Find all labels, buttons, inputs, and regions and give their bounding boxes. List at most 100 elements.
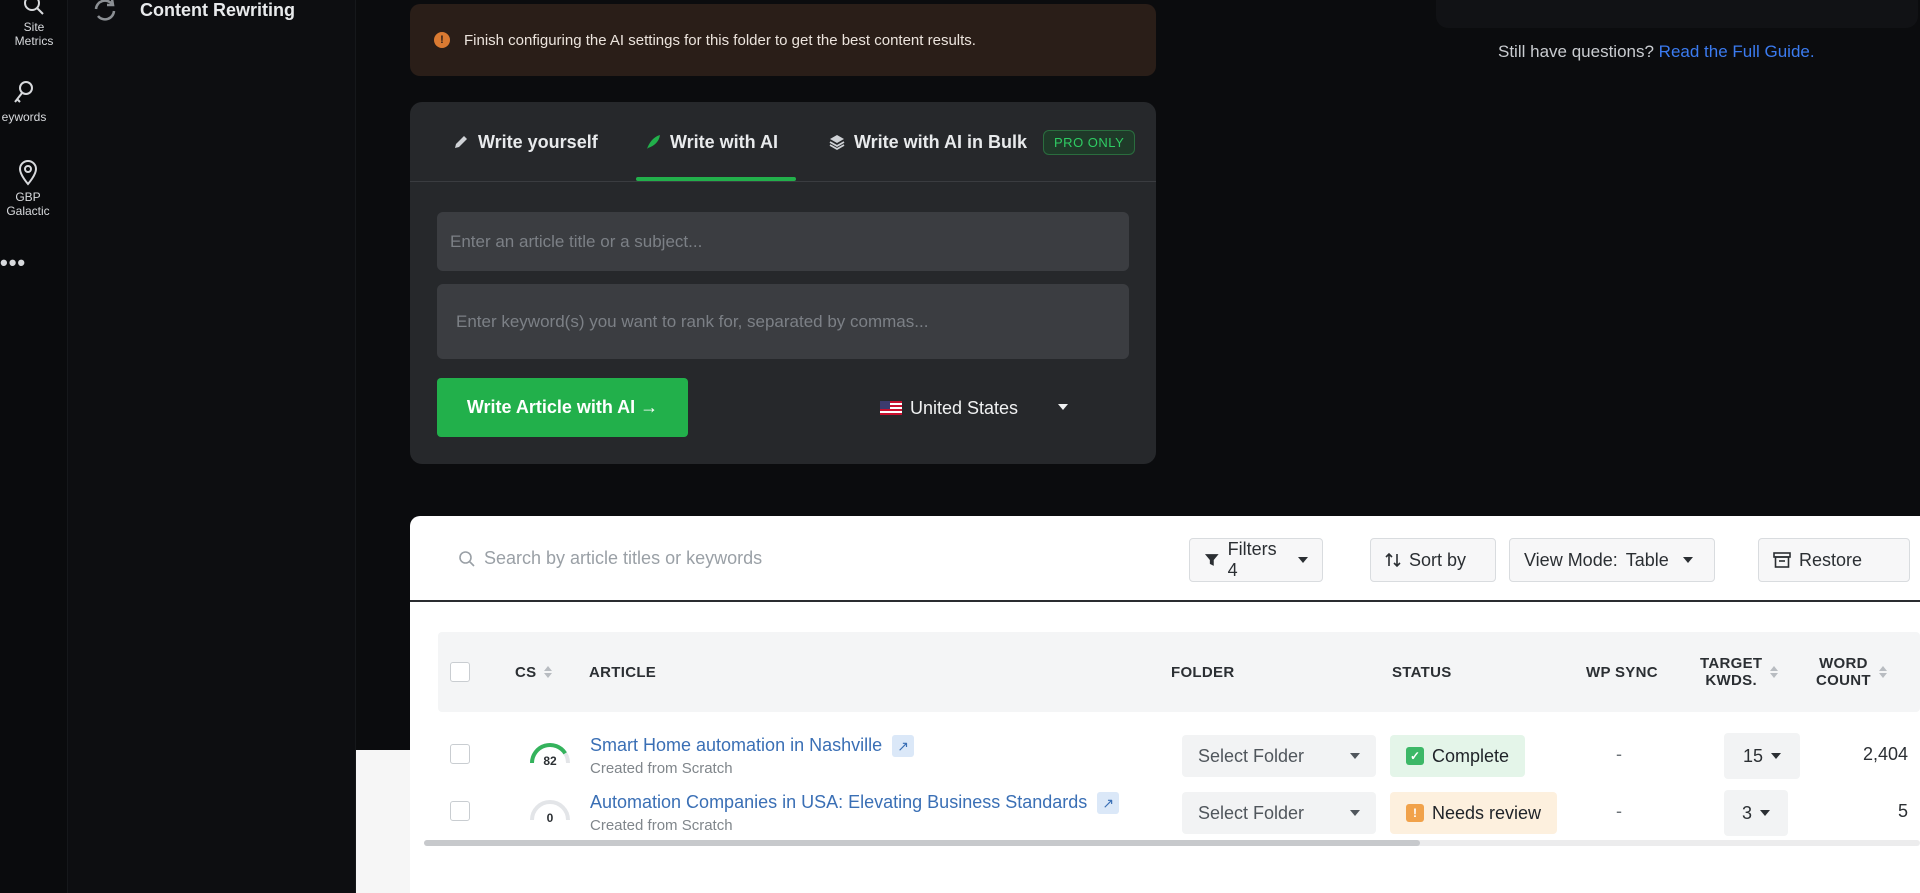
- secondary-sidebar: Content Rewriting: [68, 0, 356, 893]
- external-link-icon[interactable]: ↗: [892, 735, 915, 758]
- tab-label: Write yourself: [478, 131, 598, 152]
- row-checkbox[interactable]: [450, 744, 470, 764]
- table-row[interactable]: 0 Automation Companies in USA: Elevating…: [438, 786, 1920, 842]
- rail-label: eywords: [1, 110, 47, 124]
- restore-label: Restore: [1799, 549, 1863, 570]
- chevron-down-icon: [1682, 557, 1693, 563]
- target-keywords-dropdown[interactable]: 15: [1724, 733, 1800, 779]
- header-label: CS: [515, 663, 537, 681]
- archive-icon: [1773, 552, 1791, 568]
- filters-button[interactable]: Filters 4: [1189, 538, 1323, 582]
- header-label: WORD: [1819, 655, 1868, 672]
- active-tab-indicator: [636, 177, 796, 181]
- chevron-down-icon: [1350, 810, 1360, 816]
- row-checkbox[interactable]: [450, 801, 470, 821]
- column-header-article: ARTICLE: [589, 663, 657, 681]
- sort-label: Sort by: [1409, 549, 1467, 570]
- table-header: CS ARTICLE FOLDER STATUS WP SYNC TARGET …: [438, 632, 1920, 712]
- article-source: Created from Scratch: [590, 817, 733, 834]
- search-icon: [24, 0, 44, 15]
- top-right-card: [1436, 0, 1918, 28]
- tab-write-with-ai-in-bulk[interactable]: Write with AI in Bulk PRO ONLY: [828, 102, 1136, 182]
- refresh-icon: [94, 0, 116, 21]
- column-header-word-count[interactable]: WORD COUNT: [1816, 632, 1887, 712]
- rail-label: Galactic: [6, 204, 50, 218]
- status-badge: ✓ Complete: [1390, 735, 1526, 777]
- folder-select-value: Select Folder: [1198, 802, 1305, 823]
- map-pin-icon: [18, 160, 38, 186]
- content-score-value: 82: [543, 754, 557, 767]
- tab-write-yourself[interactable]: Write yourself: [452, 102, 598, 182]
- column-header-folder: FOLDER: [1171, 663, 1235, 681]
- word-count-value: 2,404: [1862, 744, 1908, 764]
- articles-panel: Search by article titles or keywords Fil…: [410, 516, 1920, 893]
- article-title-link[interactable]: Smart Home automation in Nashville ↗: [590, 735, 915, 758]
- help-text: Still have questions? Read the Full Guid…: [1498, 42, 1815, 62]
- article-editor-card: Write yourself Write with AI Write with …: [410, 102, 1156, 464]
- folder-select-value: Select Folder: [1198, 745, 1305, 766]
- folder-select[interactable]: Select Folder: [1182, 792, 1376, 834]
- article-title: Automation Companies in USA: Elevating B…: [590, 792, 1088, 812]
- sort-icon: [1385, 552, 1401, 568]
- pro-only-badge: PRO ONLY: [1043, 129, 1136, 155]
- tab-write-with-ai[interactable]: Write with AI: [644, 102, 778, 182]
- check-icon: ✓: [1406, 747, 1424, 765]
- status-badge: ! Needs review: [1390, 792, 1558, 834]
- country-select[interactable]: United States: [880, 396, 1018, 420]
- external-link-icon[interactable]: ↗: [1097, 792, 1120, 815]
- header-label: KWDS.: [1705, 672, 1757, 689]
- wp-sync-value: -: [1616, 801, 1622, 821]
- target-keywords-value: 15: [1742, 745, 1764, 766]
- chevron-down-icon: [1771, 753, 1782, 759]
- sidebar-item-label: Content Rewriting: [140, 0, 295, 20]
- article-title-link[interactable]: Automation Companies in USA: Elevating B…: [590, 792, 1120, 815]
- search-placeholder: Search by article titles or keywords: [484, 548, 763, 568]
- target-keywords-dropdown[interactable]: 3: [1724, 790, 1788, 836]
- rail-label: Site: [23, 20, 45, 34]
- content-score-gauge: 82: [530, 743, 570, 767]
- primary-rail: Site Metrics eywords GBP Galactic •••: [0, 0, 68, 893]
- tab-label: Write with AI: [670, 131, 778, 152]
- view-mode-label: View Mode:: [1524, 549, 1618, 570]
- article-title-input[interactable]: Enter an article title or a subject...: [437, 212, 1129, 271]
- warning-icon: !: [434, 32, 450, 48]
- more-icon[interactable]: •••: [0, 250, 30, 276]
- search-icon: [459, 550, 475, 567]
- rail-label: GBP: [15, 190, 41, 204]
- select-all-checkbox[interactable]: [450, 662, 470, 682]
- column-header-target-kwds[interactable]: TARGET KWDS.: [1700, 632, 1779, 712]
- page-background-white: [356, 750, 410, 893]
- editor-tabs: Write yourself Write with AI Write with …: [410, 102, 1156, 182]
- column-header-cs[interactable]: CS: [515, 632, 553, 712]
- target-keywords-value: 3: [1741, 802, 1752, 823]
- view-mode-select[interactable]: View Mode: Table: [1509, 538, 1715, 582]
- rail-item-site-metrics[interactable]: Site Metrics: [0, 0, 68, 48]
- header-label: COUNT: [1816, 672, 1871, 689]
- table-row[interactable]: 82 Smart Home automation in Nashville ↗ C…: [438, 729, 1920, 785]
- chevron-down-icon: [1760, 810, 1770, 816]
- rail-item-gbp-galactic[interactable]: GBP Galactic: [0, 160, 62, 218]
- read-guide-link[interactable]: Read the Full Guide.: [1659, 42, 1815, 61]
- pencil-icon: [455, 136, 467, 148]
- restore-button[interactable]: Restore: [1758, 538, 1910, 582]
- folder-select[interactable]: Select Folder: [1182, 735, 1376, 777]
- view-mode-value: Table: [1625, 549, 1669, 570]
- chevron-down-icon: [1350, 753, 1360, 759]
- sort-icon: [1878, 666, 1887, 678]
- status-label: Needs review: [1432, 802, 1542, 823]
- tab-label: Write with AI in Bulk: [854, 131, 1028, 152]
- keywords-input[interactable]: Enter keyword(s) you want to rank for, s…: [437, 284, 1129, 359]
- status-label: Complete: [1432, 745, 1510, 766]
- rail-item-keywords[interactable]: eywords: [0, 80, 58, 124]
- horizontal-scrollbar-thumb[interactable]: [424, 840, 1420, 846]
- column-header-wp-sync: WP SYNC: [1586, 663, 1658, 681]
- content-score-gauge: 0: [530, 800, 570, 824]
- article-search-input[interactable]: Search by article titles or keywords: [458, 548, 762, 569]
- sort-by-button[interactable]: Sort by: [1370, 538, 1496, 582]
- warning-icon: !: [1406, 804, 1424, 822]
- chevron-down-icon[interactable]: [1058, 404, 1068, 410]
- header-label: TARGET: [1700, 655, 1763, 672]
- write-article-with-ai-button[interactable]: Write Article with AI →: [437, 378, 688, 437]
- sidebar-item-content-rewriting[interactable]: Content Rewriting: [92, 0, 295, 22]
- rail-label: Metrics: [14, 34, 54, 48]
